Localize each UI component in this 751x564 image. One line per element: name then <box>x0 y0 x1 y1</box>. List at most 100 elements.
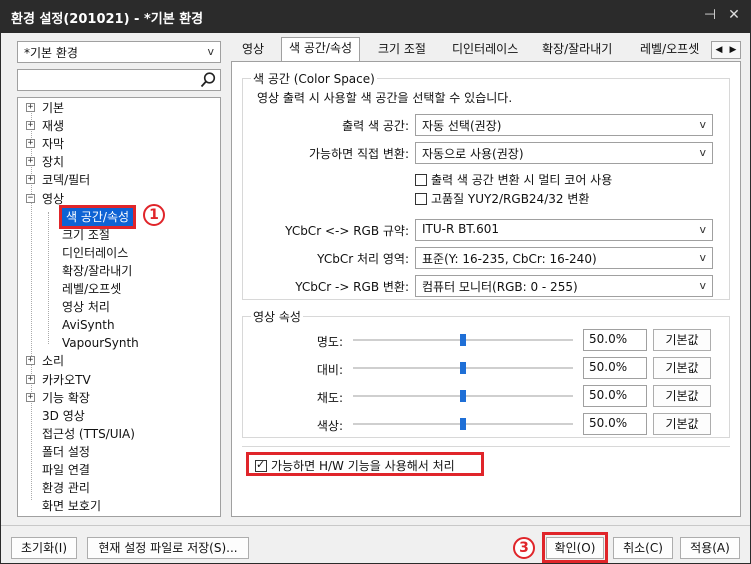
tree-item[interactable]: 폴더 설정 <box>42 443 90 461</box>
expand-icon[interactable]: + <box>26 392 35 402</box>
tab-level-offset[interactable]: 레벨/오프셋 <box>633 39 711 61</box>
high-quality-label: 고품질 YUY2/RGB24/32 변환 <box>431 192 590 206</box>
tree-item[interactable]: 접근성 (TTS/UIA) <box>42 425 135 443</box>
expand-icon[interactable]: + <box>26 356 35 366</box>
tree-item[interactable]: VapourSynth <box>62 334 139 352</box>
property-reset-button[interactable]: 기본값 <box>653 385 711 407</box>
tab-resize[interactable]: 크기 조절 <box>371 39 433 61</box>
ycbcr-to-rgb-dropdown[interactable]: 컴퓨터 모니터(RGB: 0 - 255) v <box>415 275 713 297</box>
tree-item[interactable]: + 장치 <box>26 153 65 171</box>
multicore-checkbox[interactable] <box>415 174 427 186</box>
tab-next-icon[interactable]: ▶ <box>726 42 740 58</box>
multicore-option[interactable]: 출력 색 공간 변환 시 멀티 코어 사용 <box>415 171 612 188</box>
settings-window: 환경 설정(201021) - *기본 환경 ⊣ ✕ *기본 환경 v + 기본 +… <box>0 0 751 564</box>
property-value-input[interactable]: 50.0% <box>583 413 647 435</box>
tree-item[interactable]: 환경 관리 <box>42 479 90 497</box>
slider-thumb[interactable] <box>460 334 466 346</box>
tree-item-label: 3D 영상 <box>42 408 85 423</box>
tab-color-space[interactable]: 색 공간/속성 <box>281 37 361 62</box>
tree-item[interactable]: 영상 처리 <box>62 298 110 316</box>
tree-item-label: 디인터레이스 <box>62 245 129 260</box>
output-color-space-dropdown[interactable]: 자동 선택(권장) v <box>415 114 713 136</box>
apply-button[interactable]: 적용(A) <box>680 537 740 559</box>
property-reset-button[interactable]: 기본값 <box>653 329 711 351</box>
tree-item[interactable]: 확장/잘라내기 <box>62 262 132 280</box>
search-icon[interactable] <box>199 71 217 89</box>
tree-item[interactable]: 디인터레이스 <box>62 244 128 262</box>
collapse-icon[interactable]: − <box>26 193 35 203</box>
expand-icon[interactable]: + <box>26 139 35 149</box>
chevron-down-icon: v <box>699 251 706 264</box>
cancel-button[interactable]: 취소(C) <box>613 537 673 559</box>
tree-item[interactable]: + 자막 <box>26 135 65 153</box>
tree-item[interactable]: + 재생 <box>26 117 65 135</box>
tab-content-panel: 색 공간 (Color Space) 영상 출력 시 사용할 색 공간을 선택할… <box>231 61 741 517</box>
tab-deinterlace[interactable]: 디인터레이스 <box>445 39 525 61</box>
slider-thumb[interactable] <box>460 418 466 430</box>
profile-dropdown[interactable]: *기본 환경 v <box>17 41 221 63</box>
search-input[interactable] <box>21 71 196 89</box>
output-color-space-value: 자동 선택(권장) <box>422 119 502 133</box>
tree-item[interactable]: 화면 보호기 <box>42 497 101 515</box>
chevron-down-icon: v <box>699 279 706 292</box>
high-quality-option[interactable]: 고품질 YUY2/RGB24/32 변환 <box>415 190 589 207</box>
expand-icon[interactable]: + <box>26 103 35 112</box>
expand-icon[interactable]: + <box>26 175 35 185</box>
hw-acceleration-option[interactable]: 가능하면 H/W 기능을 사용해서 처리 <box>246 452 484 476</box>
title-bar: 환경 설정(201021) - *기본 환경 ⊣ ✕ <box>1 1 750 33</box>
tree-item[interactable]: + 기본 <box>26 99 65 117</box>
close-icon[interactable]: ✕ <box>725 7 743 23</box>
tab-prev-icon[interactable]: ◀ <box>712 42 726 58</box>
property-slider[interactable] <box>353 331 573 349</box>
reset-button[interactable]: 초기화(I) <box>11 537 77 559</box>
tree-item[interactable]: 레벨/오프셋 <box>62 280 121 298</box>
property-slider[interactable] <box>353 359 573 377</box>
expand-icon[interactable]: + <box>26 157 35 167</box>
ycbcr-rgb-convention-dropdown[interactable]: ITU-R BT.601 v <box>415 219 713 241</box>
property-value-input[interactable]: 50.0% <box>583 385 647 407</box>
multicore-label: 출력 색 공간 변환 시 멀티 코어 사용 <box>431 173 613 187</box>
expand-icon[interactable]: + <box>26 374 35 384</box>
tree-item[interactable]: + 카카오TV <box>26 371 91 389</box>
property-slider[interactable] <box>353 415 573 433</box>
tree-item[interactable]: 3D 영상 <box>42 407 85 425</box>
property-slider[interactable] <box>353 387 573 405</box>
direct-conversion-label: 가능하면 직접 변환: <box>309 147 409 161</box>
tab-expand-crop[interactable]: 확장/잘라내기 <box>535 39 619 61</box>
tree-item[interactable]: + 코덱/필터 <box>26 171 90 189</box>
tree-item[interactable]: + 소리 <box>26 352 64 370</box>
tree-item-label: 재생 <box>42 119 65 134</box>
tree-item-label: 기본 <box>42 101 65 115</box>
slider-thumb[interactable] <box>460 390 466 402</box>
tree-item-label: 기능 확장 <box>42 390 90 405</box>
tree-item[interactable]: AviSynth <box>62 316 115 334</box>
ycbcr-to-rgb-label: YCbCr -> RGB 변환: <box>295 280 409 294</box>
property-reset-button[interactable]: 기본값 <box>653 413 711 435</box>
tab-video[interactable]: 영상 <box>235 39 271 61</box>
direct-conversion-dropdown[interactable]: 자동으로 사용(권장) v <box>415 142 713 164</box>
property-value-input[interactable]: 50.0% <box>583 329 647 351</box>
property-value-input[interactable]: 50.0% <box>583 357 647 379</box>
settings-tree[interactable]: + 기본 + 재생 + 자막 + 장치 + 코덱/필터 − 영상 색 공간/속성 크기 조절 디인터레이스확… <box>17 97 221 517</box>
pin-icon[interactable]: ⊣ <box>701 7 719 23</box>
tree-item-label: 접근성 (TTS/UIA) <box>42 426 135 441</box>
hw-acceleration-checkbox[interactable] <box>255 458 267 472</box>
high-quality-checkbox[interactable] <box>415 193 427 205</box>
tree-item[interactable]: − 영상 <box>26 190 64 208</box>
chevron-down-icon: v <box>699 146 706 159</box>
expand-icon[interactable]: + <box>26 121 35 131</box>
property-reset-button[interactable]: 기본값 <box>653 357 711 379</box>
tree-item[interactable]: 파일 연결 <box>42 461 90 479</box>
slider-thumb[interactable] <box>460 362 466 374</box>
tab-scroll-arrows: ◀ ▶ <box>711 41 741 59</box>
window-title: 환경 설정(201021) - *기본 환경 <box>11 12 204 27</box>
tree-item[interactable]: + 기능 확장 <box>26 389 90 407</box>
ycbcr-range-dropdown[interactable]: 표준(Y: 16-235, CbCr: 16-240) v <box>415 247 713 269</box>
tree-item-label: 자막 <box>42 137 65 152</box>
save-profile-button[interactable]: 현재 설정 파일로 저장(S)... <box>87 537 249 559</box>
divider <box>242 446 730 447</box>
tree-item-label: 장치 <box>42 155 65 170</box>
search-field[interactable] <box>17 69 221 91</box>
tree-item[interactable]: 크기 조절 <box>62 226 110 244</box>
tree-item[interactable]: 색 공간/속성 <box>58 204 137 229</box>
